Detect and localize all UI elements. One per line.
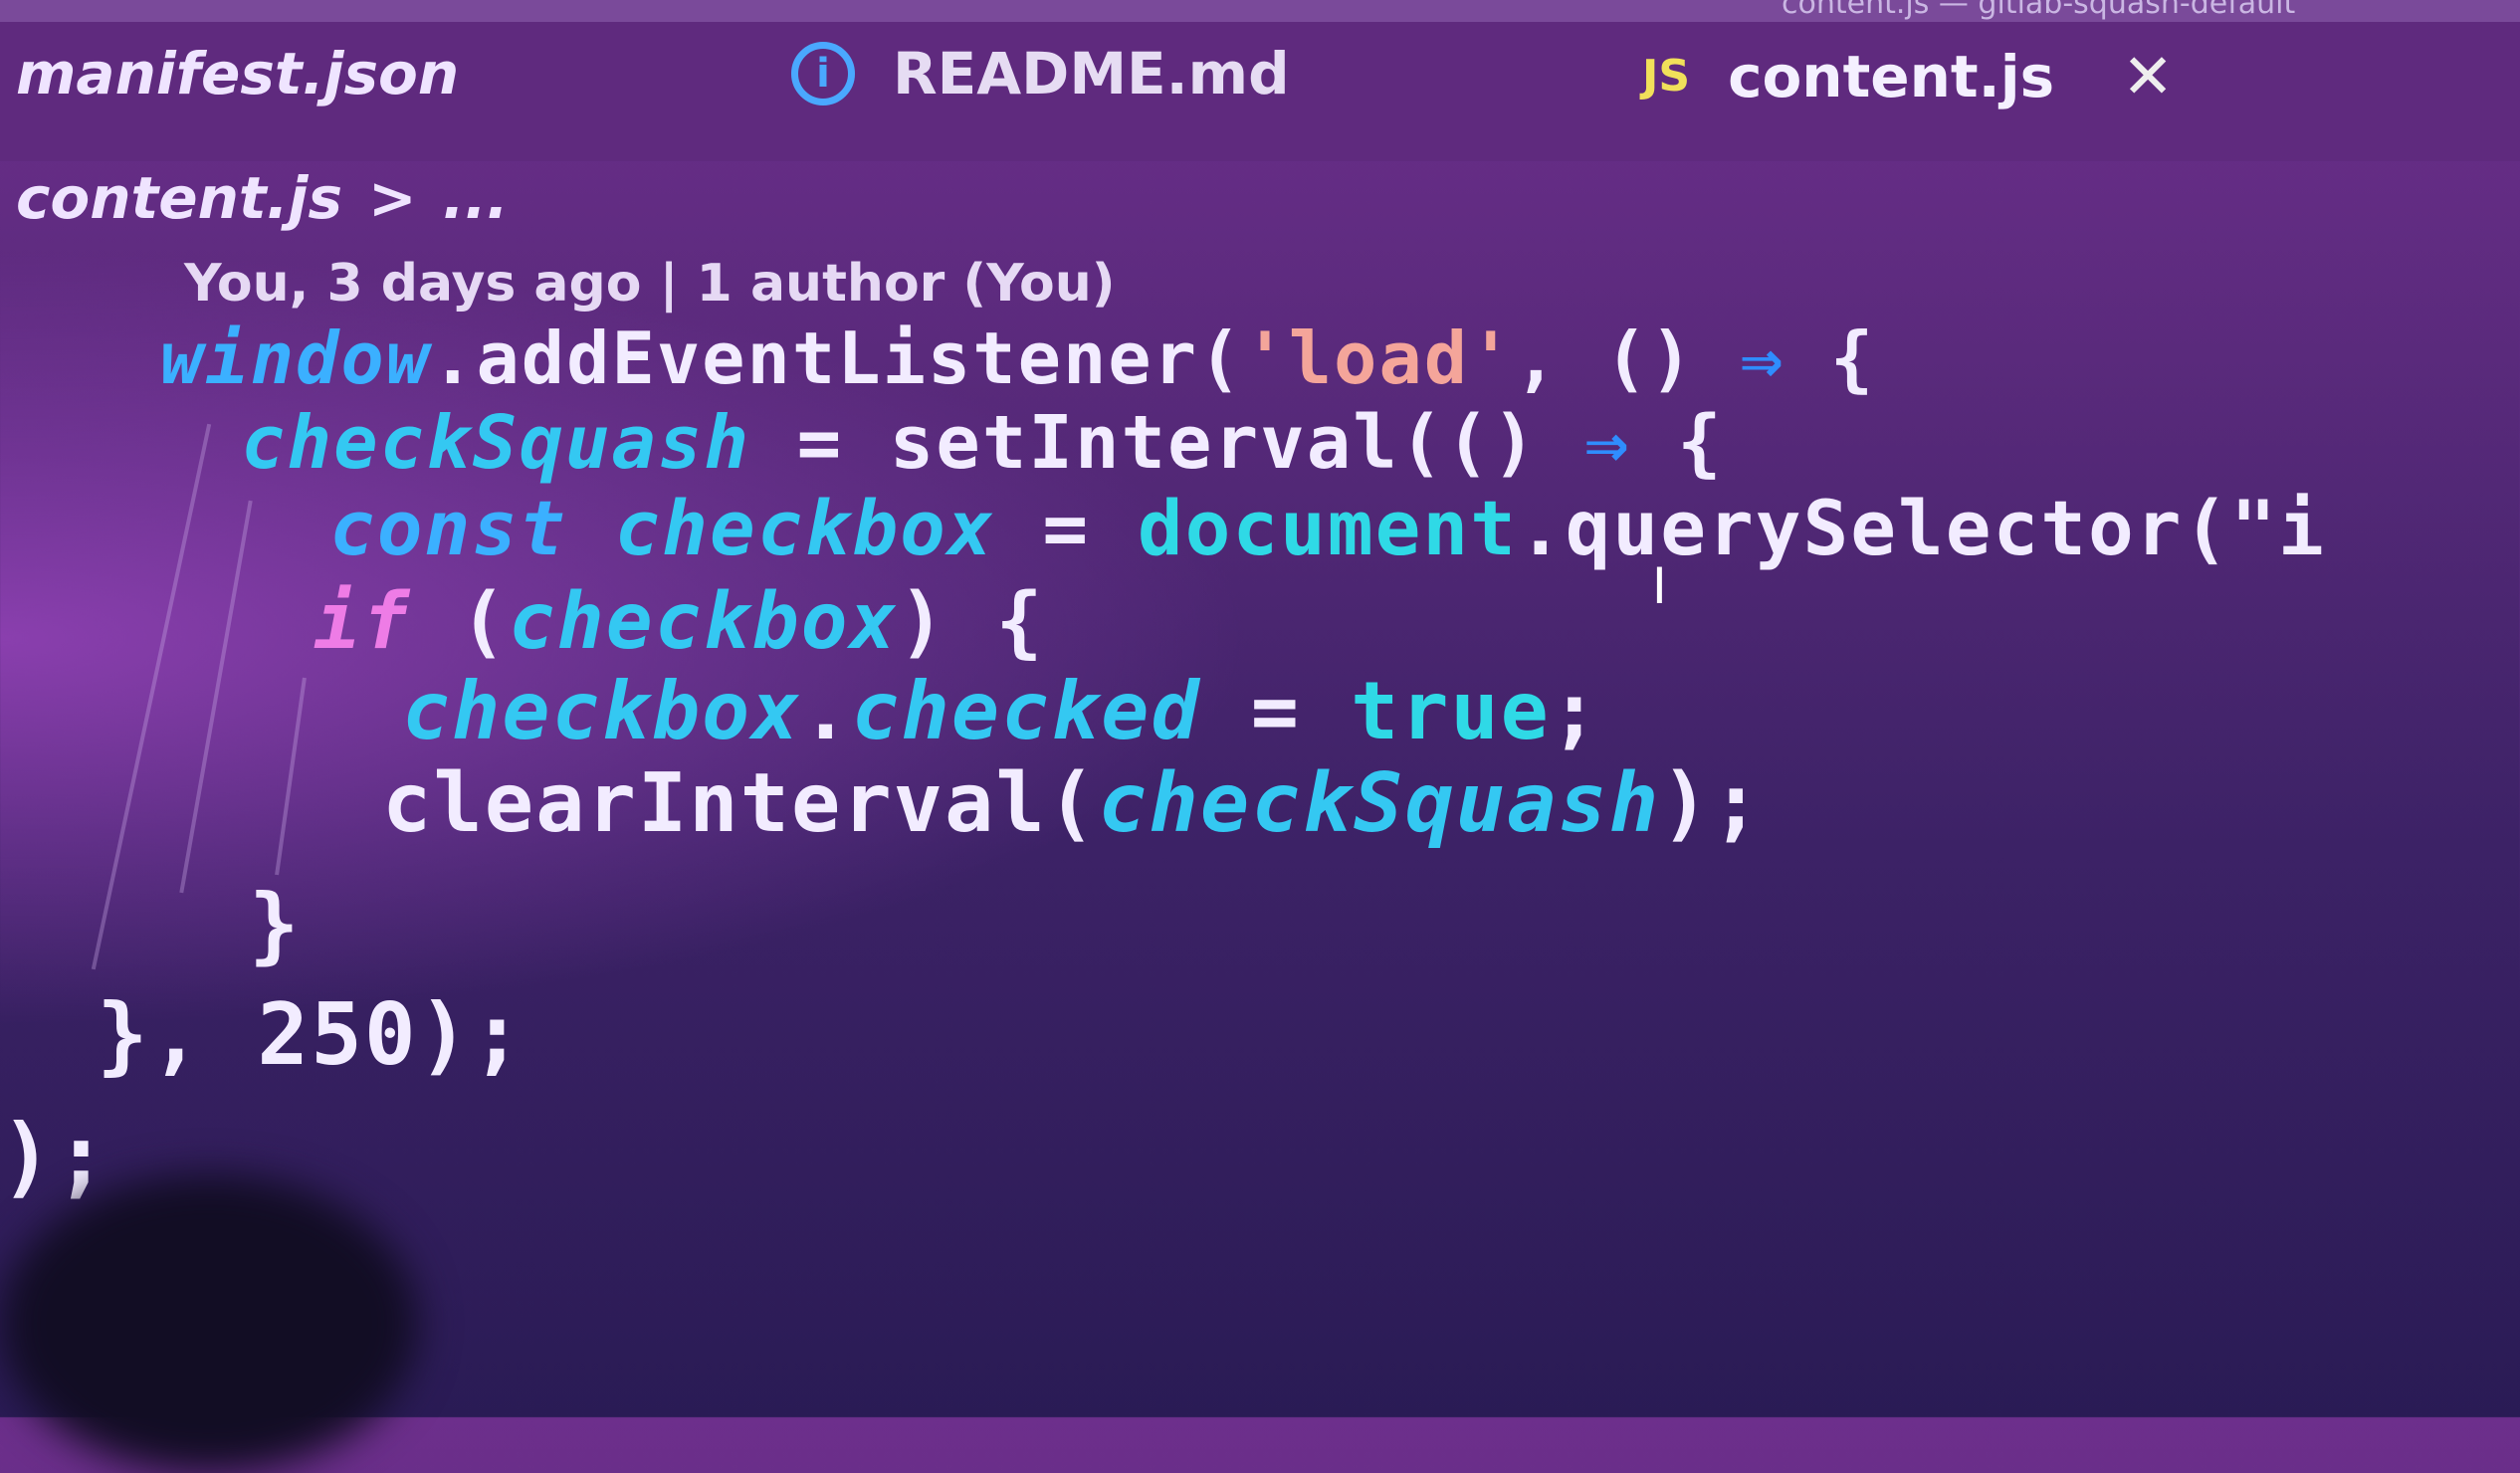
tab-content-js[interactable]: JS content.js ✕: [1642, 40, 2174, 112]
code-line[interactable]: window.addEventListener('load', () ⇒ {: [160, 316, 1875, 400]
code-token: );: [417, 985, 525, 1085]
breadcrumb: content.js > ...: [16, 164, 509, 232]
code-token: true: [1351, 665, 1551, 757]
code-token: }: [249, 876, 302, 973]
code-token: .addEventListener(: [431, 316, 1244, 400]
title-bar: content.js — gitlab-squash-default: [0, 0, 2520, 22]
text-cursor-icon: I: [1652, 557, 1667, 615]
breadcrumb-more[interactable]: ...: [443, 164, 509, 232]
indent-guide: [179, 500, 253, 894]
code-token: 'load': [1243, 316, 1515, 400]
code-token: if: [314, 577, 411, 667]
code-token: {: [1630, 400, 1724, 486]
indent-guide: [275, 677, 307, 876]
code-token: clearInterval(: [382, 756, 1099, 851]
code-token: ) {: [898, 577, 1045, 667]
code-line[interactable]: );: [0, 1105, 109, 1207]
breadcrumb-file[interactable]: content.js: [16, 164, 342, 232]
tab-manifest-json[interactable]: manifest.json: [16, 40, 459, 107]
code-token: ⇒: [1740, 316, 1785, 400]
code-line[interactable]: }, 250);: [97, 985, 525, 1085]
code-token: = setInterval((): [750, 400, 1585, 486]
code-line[interactable]: const checkbox = document.querySelector(…: [329, 484, 2326, 572]
code-line[interactable]: checkSquash = setInterval(() ⇒ {: [241, 400, 1724, 486]
code-token: .querySelector("i: [1517, 484, 2326, 572]
window-title: content.js — gitlab-squash-default: [1782, 0, 2296, 21]
info-icon: i: [791, 42, 855, 105]
chevron-right-icon: >: [368, 164, 417, 232]
code-token: const: [329, 484, 567, 572]
code-token: checkSquash: [1098, 756, 1661, 851]
code-token: );: [1660, 756, 1763, 851]
code-line[interactable]: if (checkbox) {: [314, 577, 1044, 667]
code-token: =: [1200, 665, 1352, 757]
tab-readme-md[interactable]: i README.md: [791, 40, 1290, 107]
close-icon[interactable]: ✕: [2122, 40, 2174, 112]
code-token: 250: [257, 985, 418, 1085]
tab-label: README.md: [893, 40, 1290, 107]
code-token: , (): [1514, 316, 1741, 400]
code-token: .: [801, 665, 852, 757]
code-token: window: [160, 316, 432, 400]
code-token: },: [97, 985, 258, 1085]
code-line[interactable]: clearInterval(checkSquash);: [382, 756, 1763, 851]
tab-label: content.js: [1728, 42, 2055, 110]
js-file-icon: JS: [1642, 51, 1691, 102]
code-token: {: [1785, 316, 1876, 400]
code-token: (: [410, 577, 509, 667]
code-line[interactable]: }: [249, 876, 302, 973]
git-blame-codelens[interactable]: You, 3 days ago | 1 author (You): [184, 254, 1116, 314]
code-token: checkbox: [402, 665, 802, 757]
code-token: ;: [1550, 665, 1600, 757]
photo-shadow: [0, 1174, 418, 1473]
indent-guide: [91, 423, 212, 970]
code-token: =: [994, 484, 1138, 572]
code-token: checkbox: [508, 577, 899, 667]
code-token: ⇒: [1584, 400, 1631, 486]
code-line[interactable]: checkbox.checked = true;: [402, 665, 1600, 757]
code-token: checkbox: [614, 484, 995, 572]
code-token: );: [0, 1105, 109, 1207]
code-token: checkSquash: [241, 400, 751, 486]
code-token: document: [1137, 484, 1518, 572]
code-token: checked: [851, 665, 1201, 757]
tab-label: manifest.json: [16, 40, 460, 107]
